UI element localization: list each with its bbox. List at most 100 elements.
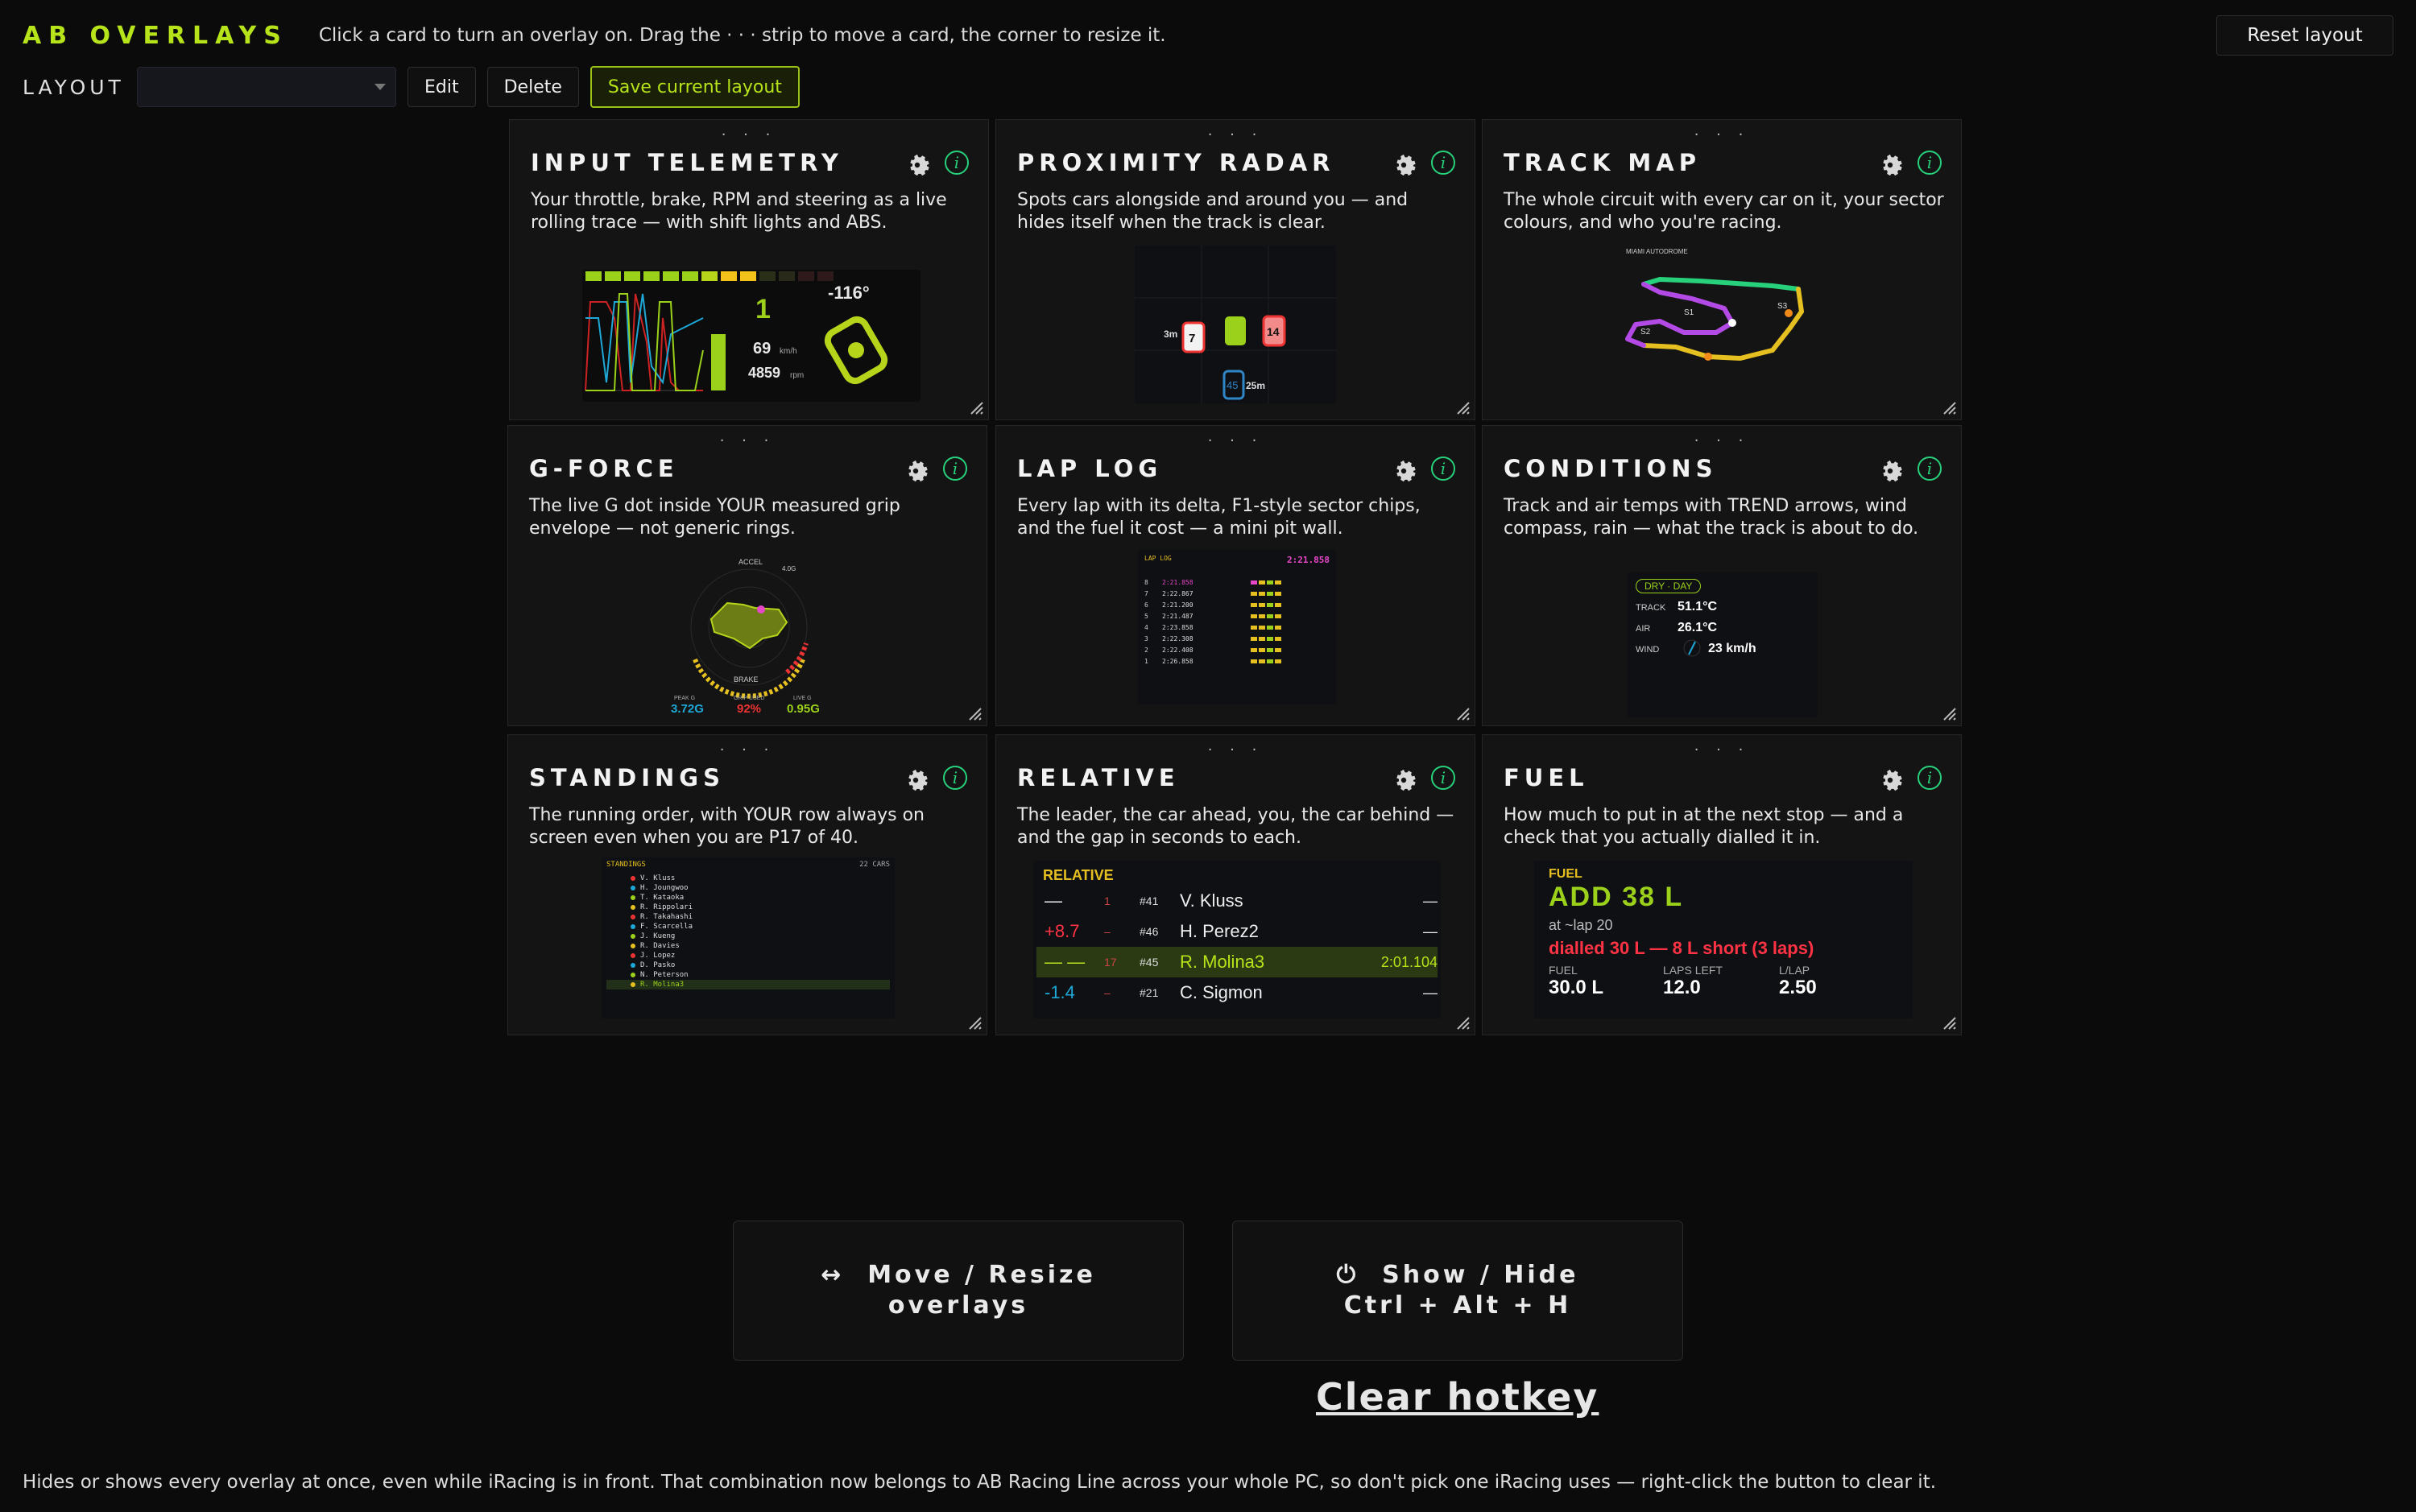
per-lap-label: L/LAP bbox=[1779, 964, 1810, 977]
reset-layout-button[interactable]: Reset layout bbox=[2216, 15, 2393, 56]
wind-compass-icon bbox=[1683, 639, 1701, 657]
relative-name: R. Molina3 bbox=[1180, 952, 1265, 972]
sector-2-label: S2 bbox=[1640, 328, 1651, 337]
laplog-lap: 1 bbox=[1144, 657, 1148, 665]
resize-handle-icon[interactable] bbox=[1454, 1014, 1470, 1030]
telemetry-speed: 69 bbox=[753, 340, 771, 357]
resize-handle-icon[interactable] bbox=[1454, 399, 1470, 415]
resize-handle-icon[interactable] bbox=[1940, 704, 1956, 721]
card-track-map[interactable]: · · · TRACK MAP i The whole circuit with… bbox=[1482, 119, 1962, 420]
relative-rows: — 1 #41 V. Kluss — +8.7 – #46 H. Perez2 — — — 17 #45… bbox=[1033, 886, 1441, 1008]
resize-handle-icon[interactable] bbox=[966, 704, 982, 721]
drag-handle[interactable]: · · · bbox=[508, 432, 987, 449]
card-title: TRACK MAP bbox=[1504, 149, 1701, 176]
laplog-row: 3 2:22.308 bbox=[1144, 633, 1330, 644]
card-proximity-radar[interactable]: · · · PROXIMITY RADAR i Spots cars along… bbox=[995, 119, 1475, 420]
drag-handle[interactable]: · · · bbox=[996, 742, 1475, 758]
relative-time: — bbox=[1423, 923, 1438, 940]
drag-handle[interactable]: · · · bbox=[996, 432, 1475, 449]
card-title: CONDITIONS bbox=[1504, 455, 1718, 482]
drag-handle[interactable]: · · · bbox=[1483, 432, 1961, 449]
card-title: PROXIMITY RADAR bbox=[1017, 149, 1335, 176]
gear-icon[interactable] bbox=[903, 767, 929, 793]
save-layout-button[interactable]: Save current layout bbox=[590, 66, 800, 108]
card-g-force[interactable]: · · · G-FORCE i The live G dot inside YO… bbox=[507, 425, 987, 726]
info-icon[interactable]: i bbox=[1431, 456, 1455, 481]
relative-pos: – bbox=[1104, 986, 1111, 999]
gear-icon[interactable] bbox=[904, 152, 930, 178]
g-peak-label: PEAK G bbox=[674, 696, 695, 701]
relative-gap: +8.7 bbox=[1045, 921, 1080, 941]
radar-behind-car: 45 bbox=[1227, 379, 1238, 391]
edit-button[interactable]: Edit bbox=[407, 67, 476, 107]
standings-driver: R. Molina3 bbox=[640, 981, 685, 989]
drag-handle[interactable]: · · · bbox=[996, 126, 1475, 143]
show-line2: Ctrl + Alt + H bbox=[1343, 1291, 1572, 1320]
info-icon[interactable]: i bbox=[1431, 766, 1455, 790]
card-title: STANDINGS bbox=[529, 764, 725, 791]
laplog-lap: 3 bbox=[1144, 634, 1148, 642]
clear-hotkey-link[interactable]: Clear hotkey bbox=[1316, 1375, 1599, 1419]
standings-row: R. Takahashi bbox=[606, 912, 890, 922]
relative-pos: 17 bbox=[1104, 956, 1117, 969]
card-relative[interactable]: · · · RELATIVE i The leader, the car ahe… bbox=[995, 734, 1475, 1035]
gear-icon[interactable] bbox=[1391, 767, 1417, 793]
card-input-telemetry[interactable]: · · · INPUT TELEMETRY i Your throttle, b… bbox=[509, 119, 989, 420]
g-brake-label: BRAKE bbox=[734, 675, 759, 684]
laplog-row: 6 2:21.200 bbox=[1144, 599, 1330, 610]
track-map-preview: MIAMI AUTODROME S1 S2 S3 bbox=[1611, 244, 1834, 386]
standings-preview: STANDINGS 22 CARS V. Kluss H. Joungwoo T. … bbox=[602, 857, 895, 1018]
resize-handle-icon[interactable] bbox=[966, 1014, 982, 1030]
gear-icon[interactable] bbox=[1877, 767, 1903, 793]
relative-pos: 1 bbox=[1104, 894, 1111, 907]
gear-icon[interactable] bbox=[1391, 152, 1417, 178]
show-hide-button[interactable]: ⏻ Show / Hide Ctrl + Alt + H bbox=[1232, 1221, 1683, 1361]
sector-chip bbox=[1259, 647, 1265, 652]
card-lap-log[interactable]: · · · LAP LOG i Every lap with its delta… bbox=[995, 425, 1475, 726]
radar-left-car: 7 bbox=[1189, 332, 1195, 345]
laplog-title: LAP LOG bbox=[1144, 555, 1172, 562]
drag-handle[interactable]: · · · bbox=[1483, 742, 1961, 758]
relative-time: — bbox=[1423, 984, 1438, 1001]
drag-handle[interactable]: · · · bbox=[508, 742, 987, 758]
sector-chips bbox=[1251, 647, 1281, 652]
gear-icon[interactable] bbox=[1877, 152, 1903, 178]
team-dot bbox=[631, 886, 635, 890]
standings-driver: F. Scarcella bbox=[640, 923, 693, 931]
radar-graphic: 3m 7 14 45 25m bbox=[1135, 246, 1336, 403]
resize-handle-icon[interactable] bbox=[1454, 704, 1470, 721]
sector-chip bbox=[1259, 580, 1265, 585]
radar-left-gap: 3m bbox=[1164, 328, 1177, 340]
standings-row: R. Molina3 bbox=[606, 980, 890, 989]
info-icon[interactable]: i bbox=[945, 151, 969, 175]
card-fuel[interactable]: · · · FUEL i How much to put in at the n… bbox=[1482, 734, 1962, 1035]
layout-select[interactable] bbox=[137, 67, 396, 107]
info-icon[interactable]: i bbox=[943, 456, 967, 481]
telemetry-speed-unit: km/h bbox=[780, 347, 797, 356]
card-conditions[interactable]: · · · CONDITIONS i Track and air temps w… bbox=[1482, 425, 1962, 726]
drag-handle[interactable]: · · · bbox=[510, 126, 988, 143]
info-icon[interactable]: i bbox=[1917, 151, 1942, 175]
info-icon[interactable]: i bbox=[1917, 456, 1942, 481]
move-resize-button[interactable]: ↔ Move / Resize overlays bbox=[733, 1221, 1184, 1361]
resize-handle-icon[interactable] bbox=[1940, 399, 1956, 415]
sector-chip bbox=[1275, 636, 1281, 641]
card-standings[interactable]: · · · STANDINGS i The running order, wit… bbox=[507, 734, 987, 1035]
g-used-value: 92% bbox=[737, 702, 761, 716]
drag-handle[interactable]: · · · bbox=[1483, 126, 1961, 143]
gear-icon[interactable] bbox=[1877, 458, 1903, 484]
layout-label: LAYOUT bbox=[23, 75, 125, 99]
sector-chip bbox=[1275, 613, 1281, 618]
resize-handle-icon[interactable] bbox=[967, 399, 983, 415]
gear-icon[interactable] bbox=[1391, 458, 1417, 484]
info-icon[interactable]: i bbox=[1917, 766, 1942, 790]
team-dot bbox=[631, 953, 635, 958]
radar-right-car: 14 bbox=[1267, 325, 1280, 338]
g-live-label: LIVE G bbox=[793, 696, 812, 701]
gear-icon[interactable] bbox=[903, 458, 929, 484]
delete-button[interactable]: Delete bbox=[486, 67, 579, 107]
resize-handle-icon[interactable] bbox=[1940, 1014, 1956, 1030]
info-icon[interactable]: i bbox=[1431, 151, 1455, 175]
info-icon[interactable]: i bbox=[943, 766, 967, 790]
g-live-value: 0.95G bbox=[787, 702, 820, 716]
